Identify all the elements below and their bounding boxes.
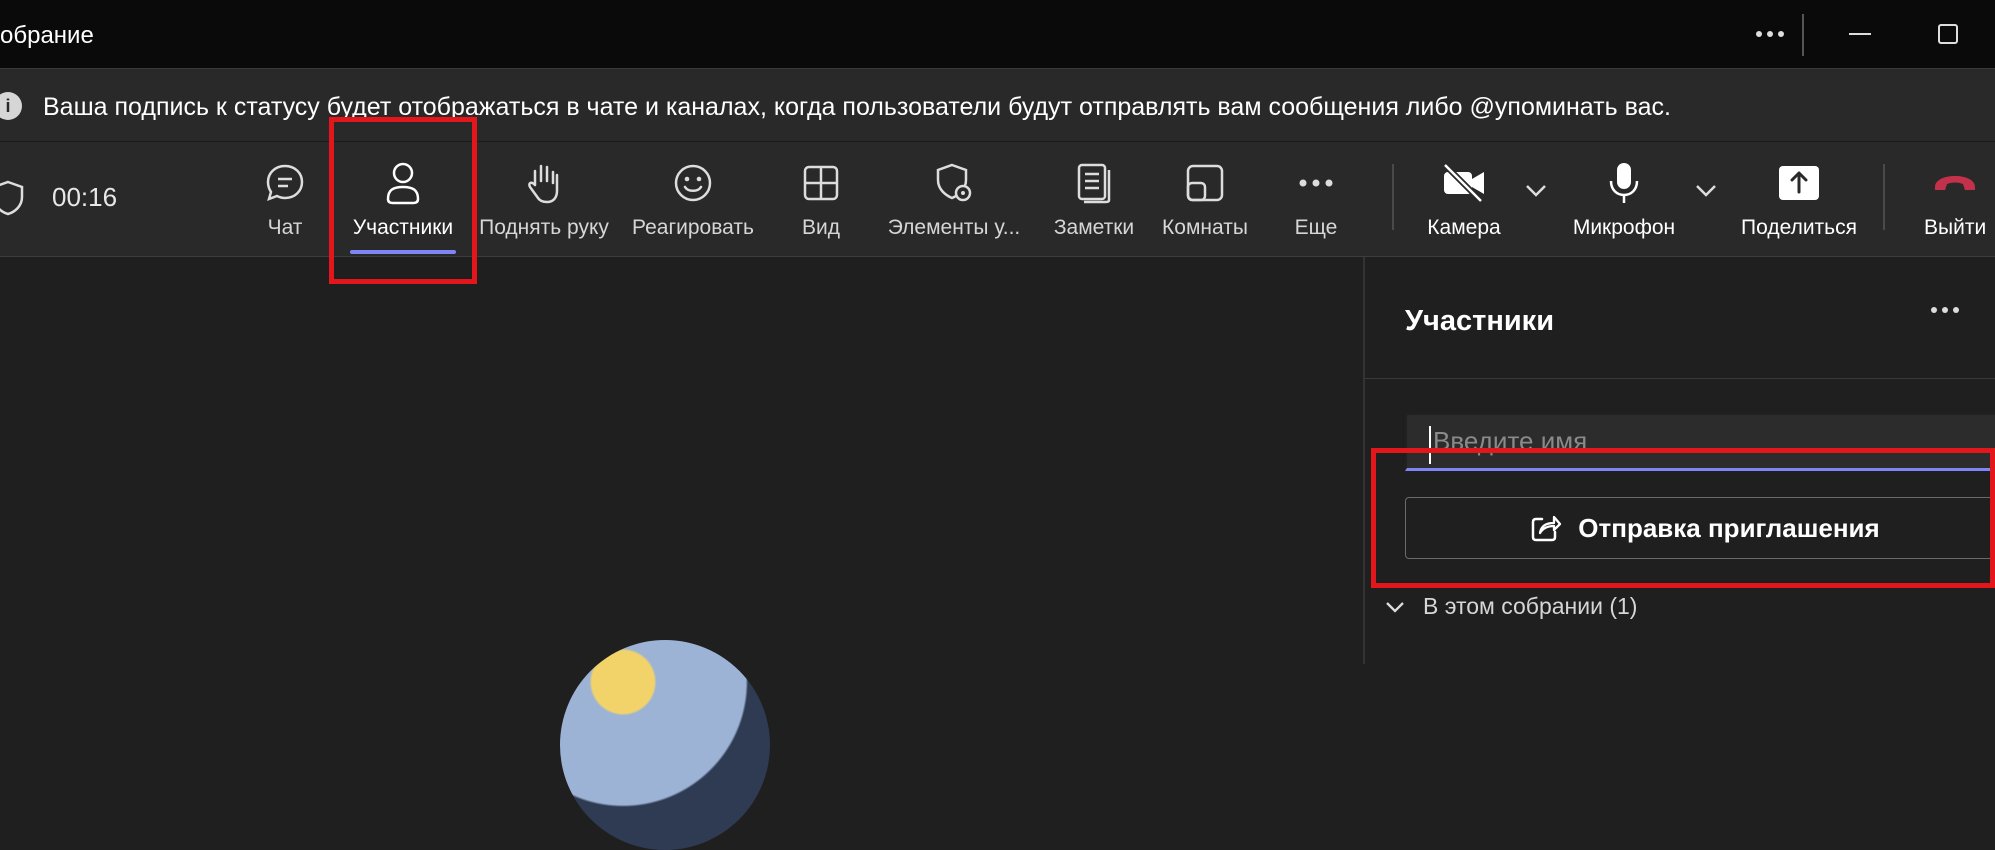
toolbar-share-button[interactable]: Поделиться [1740, 156, 1858, 248]
toolbar-chat-button[interactable]: Чат [258, 156, 312, 248]
panel-separator [1365, 378, 1995, 379]
toolbar-raise-hand-label: Поднять руку [479, 216, 609, 239]
shield-gear-icon [936, 163, 972, 202]
maximize-icon [1938, 24, 1958, 44]
toolbar-controls-label: Элементы у... [887, 216, 1021, 239]
hangup-icon [1935, 176, 1975, 190]
grid-icon [803, 165, 839, 201]
toolbar-leave-label: Выйти [1924, 216, 1987, 239]
more-icon [1299, 179, 1333, 187]
meeting-stage [0, 257, 1363, 850]
toolbar-separator [1883, 164, 1885, 230]
highlight-box-invitation [1371, 448, 1995, 588]
shield-icon [0, 180, 24, 216]
toolbar-more-label: Еще [1294, 216, 1338, 239]
window-title: обрание [0, 22, 94, 49]
microphone-icon [1609, 163, 1639, 203]
title-bar: обрание [0, 0, 1995, 69]
rooms-icon [1186, 164, 1224, 202]
toolbar-rooms-button[interactable]: Комнаты [1160, 156, 1250, 248]
in-meeting-section-toggle[interactable]: В этом собрании (1) [1385, 593, 1637, 620]
toolbar-rooms-label: Комнаты [1162, 216, 1248, 239]
meeting-timer: 00:16 [52, 182, 118, 212]
toolbar-react-button[interactable]: Реагировать [629, 156, 757, 248]
minimize-button[interactable] [1838, 16, 1882, 52]
toolbar-share-label: Поделиться [1741, 216, 1857, 239]
participant-avatar [560, 640, 770, 850]
panel-more-button[interactable] [1930, 301, 1960, 319]
smiley-icon [674, 164, 712, 202]
toolbar-separator [1392, 164, 1394, 230]
camera-off-icon [1442, 163, 1484, 203]
chevron-down-icon [1386, 601, 1404, 613]
toolbar-controls-button[interactable]: Элементы у... [886, 156, 1022, 248]
toolbar-view-label: Вид [802, 216, 840, 239]
toolbar-view-button[interactable]: Вид [799, 156, 843, 248]
toolbar-notes-label: Заметки [1053, 216, 1135, 239]
status-info-banner: i Ваша подпись к статусу будет отображат… [0, 69, 1995, 142]
in-meeting-section-label: В этом собрании (1) [1423, 593, 1638, 619]
more-icon [1756, 31, 1784, 37]
toolbar-chat-label: Чат [267, 216, 303, 239]
microphone-options-chevron-down-icon[interactable] [1694, 180, 1718, 200]
toolbar-microphone-button[interactable]: Микрофон [1568, 156, 1680, 248]
more-icon [1931, 307, 1959, 313]
minimize-icon [1849, 33, 1871, 35]
panel-title: Участники [1405, 305, 1555, 337]
toolbar-notes-button[interactable]: Заметки [1052, 156, 1136, 248]
share-icon [1779, 166, 1819, 200]
toolbar-microphone-label: Микрофон [1572, 216, 1676, 239]
notes-icon [1077, 163, 1111, 204]
camera-options-chevron-down-icon[interactable] [1524, 180, 1548, 200]
toolbar-leave-button[interactable]: Выйти [1924, 156, 1995, 248]
highlight-box-participants [329, 117, 477, 284]
titlebar-separator [1802, 14, 1804, 56]
toolbar-raise-hand-button[interactable]: Поднять руку [474, 156, 614, 248]
raise-hand-icon [528, 164, 559, 204]
info-icon: i [0, 92, 22, 120]
maximize-button[interactable] [1926, 16, 1970, 52]
toolbar-react-label: Реагировать [632, 216, 754, 239]
more-options-button[interactable] [1748, 16, 1792, 52]
chat-icon [266, 164, 304, 202]
toolbar-more-button[interactable]: Еще [1294, 156, 1338, 248]
toolbar-camera-button[interactable]: Камера [1424, 156, 1504, 248]
banner-text: Ваша подпись к статусу будет отображатьс… [43, 93, 1671, 121]
toolbar-camera-label: Камера [1427, 216, 1501, 239]
